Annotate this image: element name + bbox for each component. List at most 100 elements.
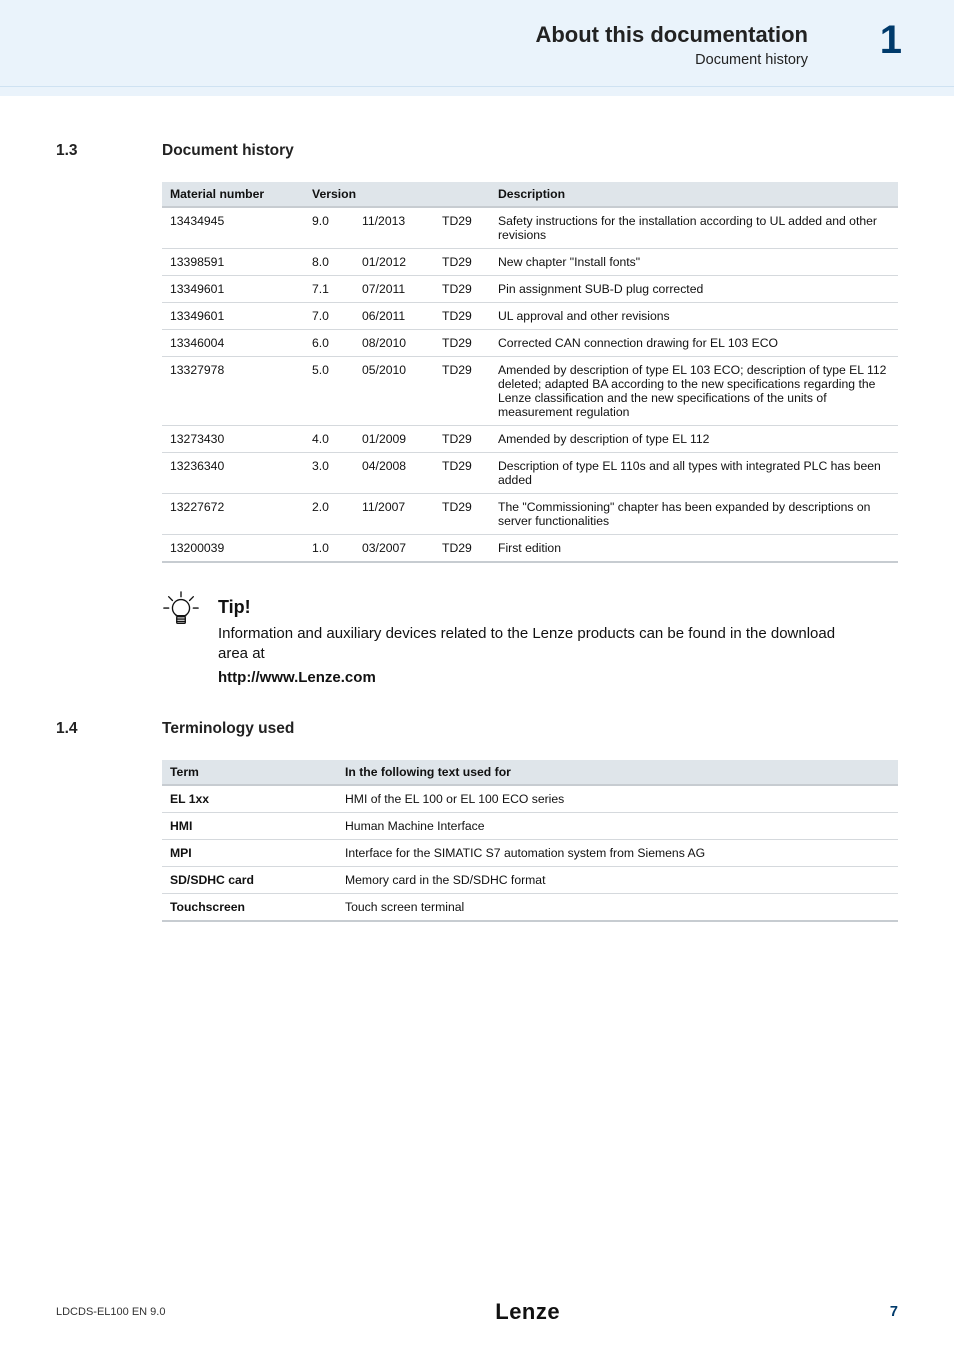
table-cell: 01/2009	[354, 426, 434, 453]
terminology-table: Term In the following text used for EL 1…	[162, 760, 898, 922]
table-cell: TD29	[434, 494, 490, 535]
table-cell: TD29	[434, 453, 490, 494]
th-version: Version	[304, 182, 490, 207]
lightbulb-icon	[162, 591, 200, 629]
th-material: Material number	[162, 182, 304, 207]
section-1-3-heading: 1.3 Document history	[56, 142, 898, 160]
table-row: 134349459.011/2013TD29Safety instruction…	[162, 207, 898, 249]
table-row: EL 1xxHMI of the EL 100 or EL 100 ECO se…	[162, 785, 898, 813]
section-number: 1.4	[56, 720, 162, 738]
table-row: 132276722.011/2007TD29The "Commissioning…	[162, 494, 898, 535]
table-row: SD/SDHC cardMemory card in the SD/SDHC f…	[162, 866, 898, 893]
header-rule	[0, 86, 954, 87]
term-cell: EL 1xx	[162, 785, 337, 813]
section-number: 1.3	[56, 142, 162, 160]
term-cell: Touchscreen	[162, 893, 337, 921]
doc-section-title: About this documentation	[535, 22, 808, 48]
document-history-table: Material number Version Description 1343…	[162, 182, 898, 563]
term-cell: HMI	[162, 812, 337, 839]
table-cell: 13349601	[162, 303, 304, 330]
table-cell: TD29	[434, 330, 490, 357]
table-cell: 01/2012	[354, 249, 434, 276]
table-row: 132734304.001/2009TD29Amended by descrip…	[162, 426, 898, 453]
section-title: Document history	[162, 142, 294, 160]
table-cell: 9.0	[304, 207, 354, 249]
tip-title: Tip!	[218, 597, 858, 618]
table-cell: First edition	[490, 535, 898, 563]
section-title: Terminology used	[162, 720, 294, 738]
term-desc-cell: Touch screen terminal	[337, 893, 898, 921]
table-cell: 7.1	[304, 276, 354, 303]
table-row: 133496017.107/2011TD29Pin assignment SUB…	[162, 276, 898, 303]
table-row: 133496017.006/2011TD29UL approval and ot…	[162, 303, 898, 330]
section-1-4-heading: 1.4 Terminology used	[56, 720, 898, 738]
tip-block: Tip! Information and auxiliary devices r…	[162, 591, 898, 686]
table-cell: 2.0	[304, 494, 354, 535]
table-cell: 11/2013	[354, 207, 434, 249]
table-row: 133279785.005/2010TD29Amended by descrip…	[162, 357, 898, 426]
table-cell: 13200039	[162, 535, 304, 563]
table-header-row: Term In the following text used for	[162, 760, 898, 785]
table-row: 132000391.003/2007TD29First edition	[162, 535, 898, 563]
term-cell: MPI	[162, 839, 337, 866]
table-cell: 7.0	[304, 303, 354, 330]
table-cell: 11/2007	[354, 494, 434, 535]
table-cell: 1.0	[304, 535, 354, 563]
table-cell: 13273430	[162, 426, 304, 453]
table-cell: 05/2010	[354, 357, 434, 426]
page-header: About this documentation Document histor…	[0, 0, 954, 96]
term-desc-cell: Interface for the SIMATIC S7 automation …	[337, 839, 898, 866]
table-cell: TD29	[434, 249, 490, 276]
table-cell: New chapter "Install fonts"	[490, 249, 898, 276]
table-row: HMIHuman Machine Interface	[162, 812, 898, 839]
table-cell: 04/2008	[354, 453, 434, 494]
table-row: 132363403.004/2008TD29Description of typ…	[162, 453, 898, 494]
tip-body: Information and auxiliary devices relate…	[218, 624, 858, 665]
table-cell: TD29	[434, 535, 490, 563]
table-cell: TD29	[434, 207, 490, 249]
table-cell: TD29	[434, 357, 490, 426]
table-cell: TD29	[434, 303, 490, 330]
table-cell: Amended by description of type EL 112	[490, 426, 898, 453]
table-cell: 13346004	[162, 330, 304, 357]
table-cell: 08/2010	[354, 330, 434, 357]
table-cell: 03/2007	[354, 535, 434, 563]
table-header-row: Material number Version Description	[162, 182, 898, 207]
th-term-desc: In the following text used for	[337, 760, 898, 785]
table-cell: Corrected CAN connection drawing for EL …	[490, 330, 898, 357]
table-row: TouchscreenTouch screen terminal	[162, 893, 898, 921]
table-cell: Amended by description of type EL 103 EC…	[490, 357, 898, 426]
table-row: MPIInterface for the SIMATIC S7 automati…	[162, 839, 898, 866]
term-desc-cell: Human Machine Interface	[337, 812, 898, 839]
lenze-logo: Lenze	[495, 1299, 560, 1325]
table-cell: 4.0	[304, 426, 354, 453]
table-cell: 13398591	[162, 249, 304, 276]
table-cell: 06/2011	[354, 303, 434, 330]
table-cell: Safety instructions for the installation…	[490, 207, 898, 249]
page-footer: LDCDS-EL100 EN 9.0 Lenze 7	[0, 1300, 954, 1324]
th-description: Description	[490, 182, 898, 207]
doc-subsection-title: Document history	[695, 52, 808, 68]
table-cell: TD29	[434, 426, 490, 453]
table-cell: 6.0	[304, 330, 354, 357]
page-number: 7	[890, 1304, 898, 1320]
term-desc-cell: Memory card in the SD/SDHC format	[337, 866, 898, 893]
table-cell: Pin assignment SUB-D plug corrected	[490, 276, 898, 303]
table-row: 133460046.008/2010TD29Corrected CAN conn…	[162, 330, 898, 357]
table-row: 133985918.001/2012TD29New chapter "Insta…	[162, 249, 898, 276]
table-cell: 8.0	[304, 249, 354, 276]
doc-id: LDCDS-EL100 EN 9.0	[56, 1306, 165, 1318]
th-term: Term	[162, 760, 337, 785]
table-cell: 13227672	[162, 494, 304, 535]
table-cell: The "Commissioning" chapter has been exp…	[490, 494, 898, 535]
chapter-number: 1	[880, 18, 902, 63]
table-cell: 13349601	[162, 276, 304, 303]
term-cell: SD/SDHC card	[162, 866, 337, 893]
table-cell: 5.0	[304, 357, 354, 426]
table-cell: 13327978	[162, 357, 304, 426]
table-cell: 13434945	[162, 207, 304, 249]
tip-link: http://www.Lenze.com	[218, 669, 858, 686]
table-cell: TD29	[434, 276, 490, 303]
table-cell: 3.0	[304, 453, 354, 494]
term-desc-cell: HMI of the EL 100 or EL 100 ECO series	[337, 785, 898, 813]
